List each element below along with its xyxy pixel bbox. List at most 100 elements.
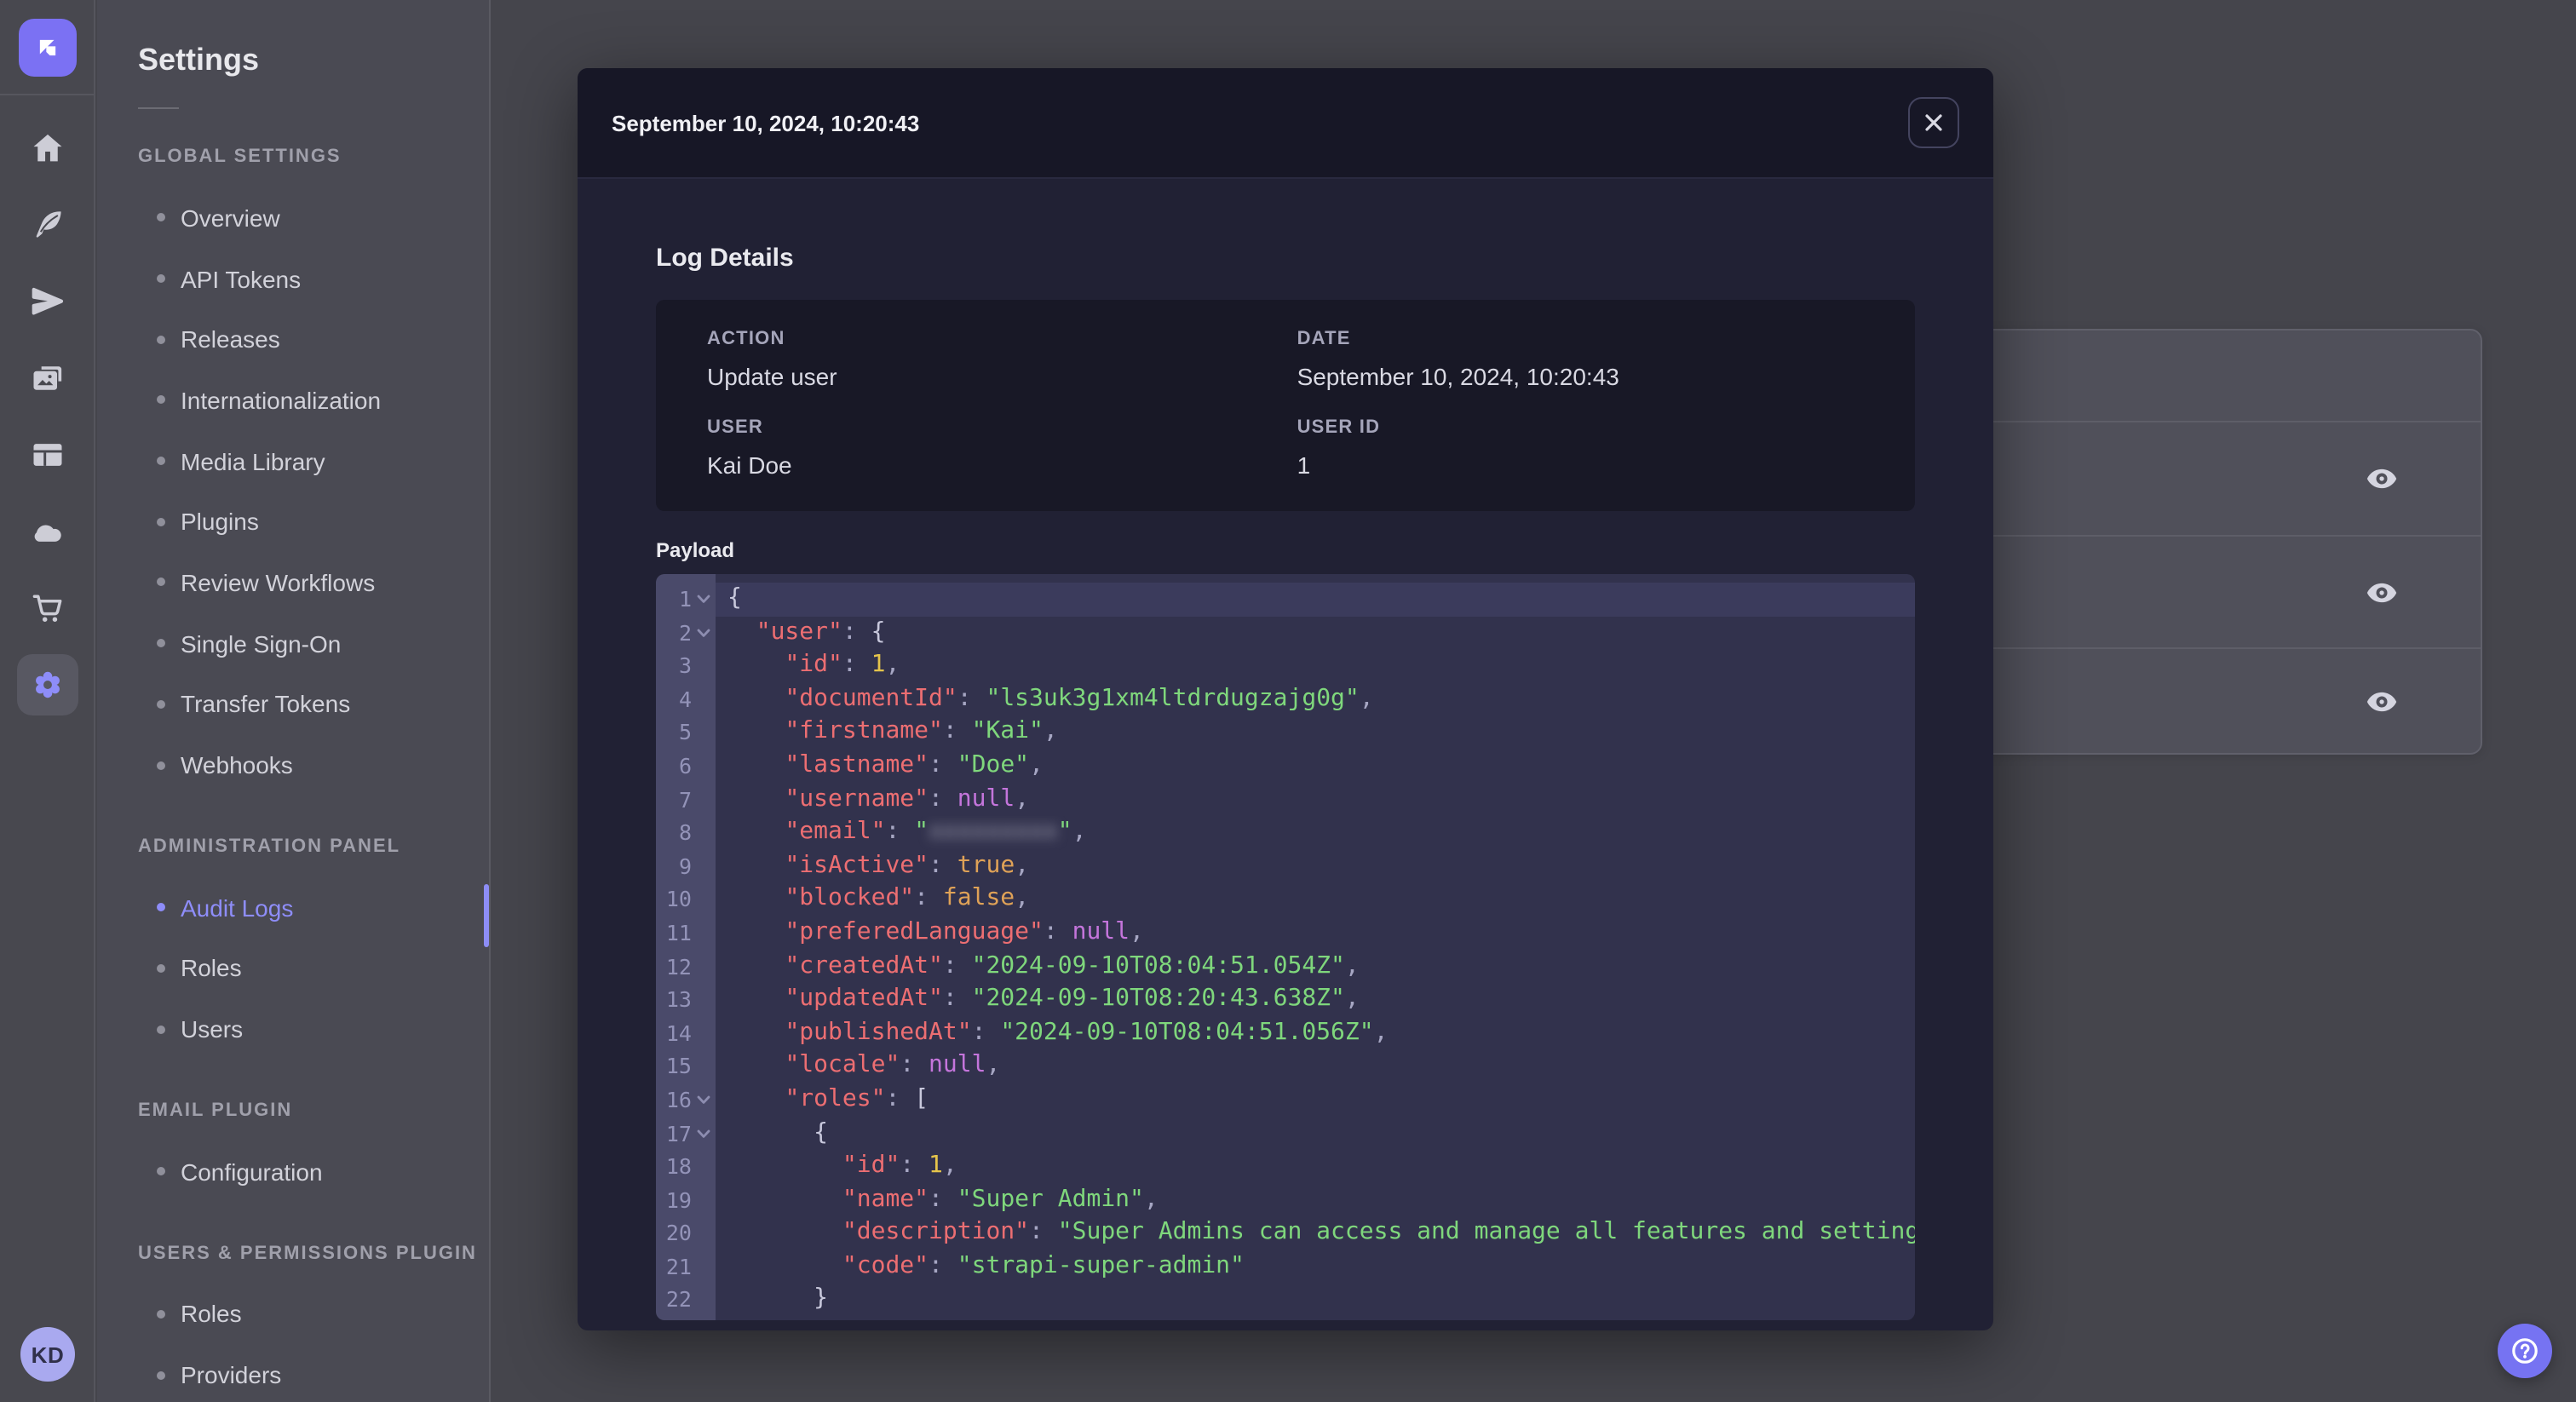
detail-field-date: DATE September 10, 2024, 10:20:43 (1297, 329, 1864, 390)
line-number: 20 (665, 1220, 692, 1246)
sidebar-item-api-tokens[interactable]: API Tokens (97, 248, 489, 308)
sidebar-section-label: USERS & PERMISSIONS PLUGIN (138, 1243, 477, 1264)
bullet-icon (157, 1025, 165, 1034)
field-value: Kai Doe (707, 451, 792, 479)
code-content: } (814, 1284, 829, 1313)
code-content: "lastname": "Doe", (785, 750, 1044, 779)
line-number: 13 (665, 986, 692, 1013)
sidebar-item-label: Transfer Tokens (181, 690, 351, 718)
sidebar-item-label: Plugins (181, 508, 259, 536)
sidebar-item-plugins[interactable]: Plugins (97, 491, 489, 552)
sidebar-item-label: Releases (181, 325, 280, 353)
sidebar-item-label: Users (181, 1015, 244, 1043)
rail-item-media[interactable] (0, 339, 94, 416)
view-log-button[interactable] (2365, 462, 2399, 496)
code-content: "documentId": "ls3uk3g1xm4ltdrdugzajg0g"… (785, 684, 1374, 712)
line-number: 22 (665, 1286, 692, 1313)
sidebar-item-users[interactable]: Users (97, 999, 489, 1060)
code-line: 1 { (656, 583, 1915, 617)
code-line: 21 "code": "strapi-super-admin" (656, 1250, 1915, 1284)
code-content: "code": "strapi-super-admin" (842, 1251, 1245, 1279)
line-number: 17 (656, 1117, 716, 1150)
sidebar-item-providers[interactable]: Providers (97, 1345, 489, 1402)
view-log-button[interactable] (2365, 684, 2399, 718)
sidebar-section: EMAIL PLUGIN Configuration (97, 1080, 489, 1202)
log-details-heading: Log Details (656, 244, 794, 273)
log-details-modal: September 10, 2024, 10:20:43 Log Details… (578, 68, 1993, 1330)
sidebar-item-audit-logs[interactable]: Audit Logs (97, 877, 489, 938)
sidebar-item-internationalization[interactable]: Internationalization (97, 370, 489, 430)
chevron-down-icon[interactable] (695, 624, 712, 641)
sidebar-section-label: GLOBAL SETTINGS (138, 147, 342, 167)
line-number: 9 (678, 853, 692, 879)
rail-item-settings[interactable] (0, 646, 94, 722)
rail-item-releases[interactable] (0, 416, 94, 492)
sidebar-item-single-sign-on[interactable]: Single Sign-On (97, 613, 489, 674)
code-content: "blocked": false, (785, 884, 1030, 912)
code-content: "createdAt": "2024-09-10T08:04:51.054Z", (785, 951, 1360, 980)
line-number: 16 (656, 1083, 716, 1117)
gear-icon (35, 670, 59, 698)
bullet-icon (157, 395, 165, 405)
line-number: 1 (656, 583, 716, 616)
log-details-grid: ACTION Update user DATE September 10, 2024,… (707, 329, 1864, 479)
rail-item-deploy[interactable] (0, 262, 94, 339)
code-content: ] (716, 1317, 1915, 1320)
code-content: { (716, 583, 1915, 617)
rail-item-marketplace[interactable] (0, 569, 94, 646)
sidebar-item-media-library[interactable]: Media Library (97, 431, 489, 491)
chevron-down-icon[interactable] (695, 1092, 712, 1109)
close-button[interactable] (1908, 97, 1959, 148)
line-number: 10 (665, 886, 692, 912)
chevron-down-icon[interactable] (695, 591, 712, 608)
bullet-icon (157, 639, 165, 648)
code-content: "name": "Super Admin", (842, 1185, 1159, 1213)
user-avatar[interactable]: KD (20, 1327, 75, 1382)
rail-item-home[interactable] (0, 109, 94, 186)
line-number: 8 (678, 819, 692, 846)
detail-field-user: USER Kai Doe (707, 417, 1297, 479)
sidebar-item-label: Internationalization (181, 386, 382, 414)
view-log-button[interactable] (2365, 575, 2399, 609)
payload-label: Payload (656, 538, 735, 562)
sidebar-item-roles[interactable]: Roles (97, 1284, 489, 1344)
modal-header: September 10, 2024, 10:20:43 (578, 68, 1993, 179)
field-value: Update user (707, 363, 837, 390)
sidebar-section: USERS & PERMISSIONS PLUGIN Roles Providers (97, 1222, 489, 1402)
chevron-down-icon[interactable] (695, 1125, 712, 1142)
cart-icon (32, 594, 61, 621)
bullet-icon (157, 1167, 165, 1176)
sidebar-section: GLOBAL SETTINGS Overview API Tokens Release… (97, 126, 489, 796)
help-button[interactable] (2498, 1324, 2552, 1378)
rail-item-cloud[interactable] (0, 492, 94, 569)
line-number: 2 (656, 616, 716, 649)
close-icon (1925, 114, 1942, 131)
code-line: 11 "preferedLanguage": null, (656, 916, 1915, 950)
sidebar-item-configuration[interactable]: Configuration (97, 1141, 489, 1202)
bullet-icon (157, 274, 165, 284)
code-line: 10 "blocked": false, (656, 883, 1915, 916)
code-line: 19 "name": "Super Admin", (656, 1183, 1915, 1216)
home-icon (32, 133, 61, 161)
payload-code-editor[interactable]: 1 {2 "user": {3 "id": 1, 4 "documentId": … (656, 574, 1915, 1320)
log-details-card: ACTION Update user DATE September 10, 2024,… (656, 300, 1915, 511)
sidebar-item-overview[interactable]: Overview (97, 187, 489, 248)
line-number: 15 (665, 1053, 692, 1079)
sidebar-item-webhooks[interactable]: Webhooks (97, 734, 489, 795)
sidebar-item-transfer-tokens[interactable]: Transfer Tokens (97, 674, 489, 734)
sidebar-item-releases[interactable]: Releases (97, 309, 489, 370)
code-line: 3 "id": 1, (656, 649, 1915, 682)
media-images-icon (32, 365, 61, 389)
sidebar-item-review-workflows[interactable]: Review Workflows (97, 552, 489, 612)
feather-icon (35, 210, 60, 237)
code-content: "isActive": true, (785, 851, 1030, 879)
sidebar-item-roles[interactable]: Roles (97, 938, 489, 998)
workplace-switcher[interactable] (0, 0, 94, 95)
line-number: 6 (678, 752, 692, 779)
code-line: 6 "lastname": "Doe", (656, 750, 1915, 783)
code-line: 15 "locale": null, (656, 1050, 1915, 1083)
field-value: 1 (1297, 451, 1311, 479)
line-number: 14 (665, 1020, 692, 1046)
rail-item-content[interactable] (0, 186, 94, 262)
code-content: "roles": [ (785, 1084, 929, 1112)
